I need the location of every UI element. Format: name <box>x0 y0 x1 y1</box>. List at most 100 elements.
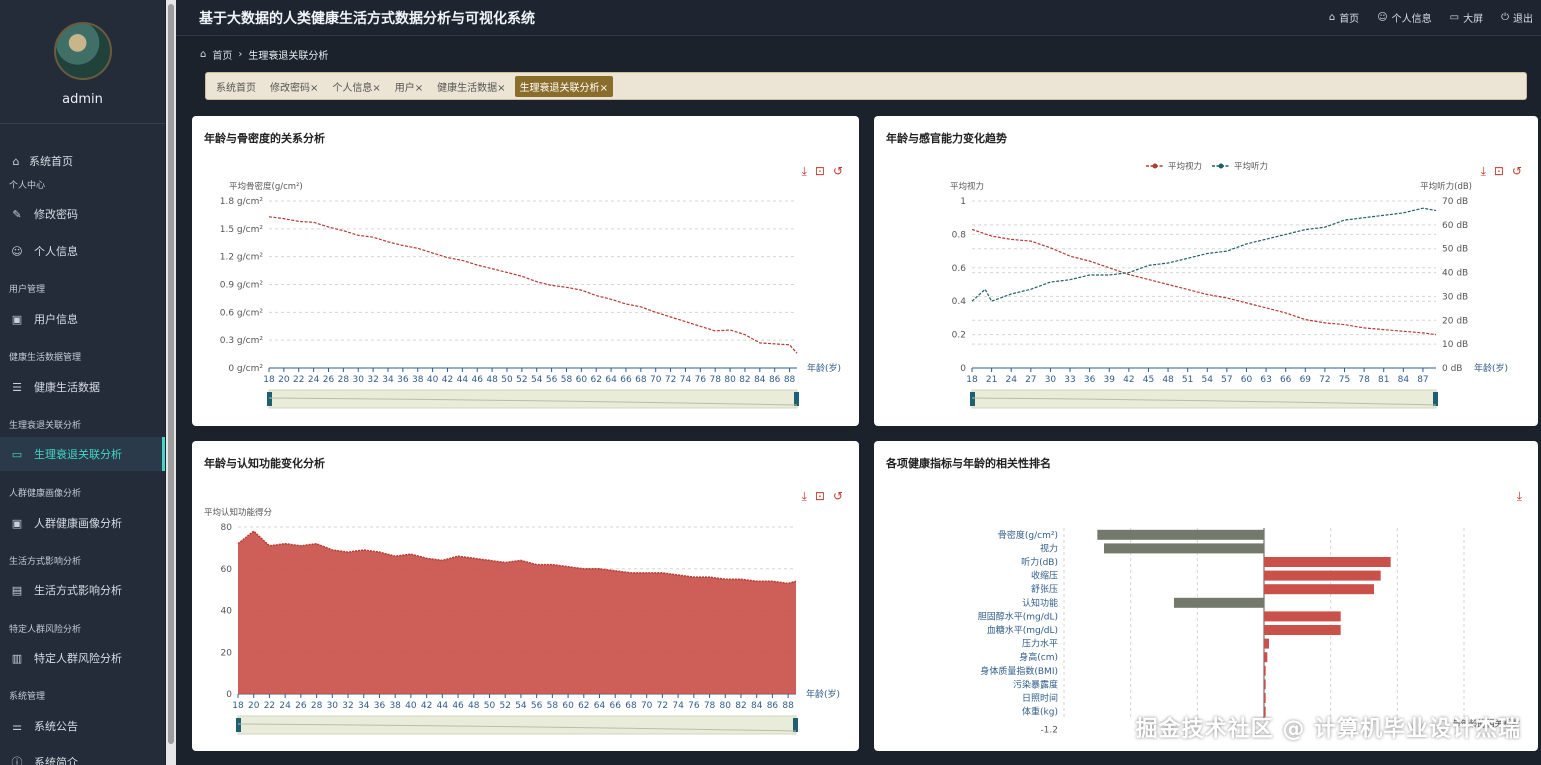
database-icon: ▤ <box>11 583 23 597</box>
sidebar-item[interactable]: ⚌ 系统公告 <box>0 709 165 743</box>
home-icon: ⌂ <box>1328 12 1336 23</box>
tab-tag[interactable]: 健康生活数据× <box>432 76 510 97</box>
tab-tag[interactable]: 个人信息× <box>327 76 385 97</box>
sidebar-item[interactable]: ▭ 生理衰退关联分析 <box>0 437 165 471</box>
tab-tag-label: 系统首页 <box>216 82 256 94</box>
y-tick-label: 1 <box>960 197 966 207</box>
sidebar-item[interactable]: ⓘ 系统简介 <box>0 745 165 765</box>
y-tick-label: 0.2 <box>952 331 966 341</box>
close-icon[interactable]: × <box>415 83 423 94</box>
watermark: 掘金技术社区 @ 计算机毕业设计杰瑞 <box>1135 717 1521 742</box>
correlation-chart: 骨密度(g/cm²)视力听力(dB) 收缩压舒张压认知功能胆固醇水平(mg/dL)… <box>978 528 1520 735</box>
sidebar-item[interactable]: ▤ 生活方式影响分析 <box>0 573 165 607</box>
x-tick-label: 84 <box>751 701 763 711</box>
y-tick-label: 0 <box>226 690 232 700</box>
x-axis-title: 年龄(岁) <box>807 362 841 374</box>
x-tick-label: 80 <box>724 375 736 385</box>
bar <box>1264 570 1381 581</box>
tab-tags-bar: 系统首页 修改密码× 个人信息× 用户× 健康生活数据× 生理衰退关联分析× <box>205 72 1527 100</box>
sidebar-item[interactable]: ✎ 修改密码 <box>0 197 165 231</box>
x-tick-label: 56 <box>546 375 558 385</box>
close-icon[interactable]: × <box>372 83 380 94</box>
bar <box>1264 611 1341 622</box>
legend-label: 平均视力 <box>1168 161 1202 172</box>
category-label: 收缩压 <box>1031 570 1058 582</box>
sidebar-item[interactable]: ▥ 特定人群风险分析 <box>0 641 165 675</box>
sidebar-item[interactable]: ⌂ 系统首页 <box>0 144 165 178</box>
x-tick-label: 30 <box>1045 375 1057 385</box>
x-tick-label: 72 <box>657 701 668 711</box>
x-tick-label: 36 <box>374 701 386 711</box>
x-tick-label: 21 <box>986 375 997 385</box>
x-tick-label: 66 <box>620 375 632 385</box>
tab-tag[interactable]: 修改密码× <box>265 76 323 97</box>
sidebar-scrollbar[interactable] <box>166 0 176 765</box>
profile: admin <box>0 0 165 124</box>
x-tick-label: 44 <box>437 701 449 711</box>
x-tick-label: 60 <box>1241 375 1253 385</box>
x-tick-label: 78 <box>709 375 721 385</box>
sliders-icon: ⚌ <box>12 719 22 733</box>
chart-icon: ▥ <box>11 651 23 665</box>
sidebar-item[interactable]: ☺ 个人信息 <box>0 234 165 268</box>
x-tick-label: 82 <box>735 701 746 711</box>
x-tick-label: 66 <box>1280 375 1292 385</box>
header-bigscreen-link[interactable]: ▭ 大屏 <box>1450 10 1483 25</box>
series-line <box>971 207 1437 302</box>
close-icon[interactable]: × <box>600 83 608 94</box>
chevron-right-icon: › <box>238 49 243 60</box>
tab-tag-label: 健康生活数据 <box>437 82 498 94</box>
menu-group-label: 生活方式影响分析 <box>9 557 82 567</box>
close-icon[interactable]: × <box>310 83 318 94</box>
tab-tag[interactable]: 系统首页 <box>211 76 261 97</box>
bar <box>1264 584 1374 595</box>
x-tick-label: 68 <box>635 375 647 385</box>
y-right-tick-label: 20 dB <box>1442 316 1468 326</box>
header-home-link[interactable]: ⌂ 首页 <box>1329 10 1359 25</box>
x-tick-label: 72 <box>665 375 676 385</box>
datazoom-handle-right <box>793 718 798 732</box>
sidebar-item[interactable]: ▣ 用户信息 <box>0 302 165 336</box>
sidebar-item[interactable]: ☰ 健康生活数据 <box>0 370 165 404</box>
legend-marker <box>1152 163 1158 169</box>
edit-icon: ✎ <box>12 207 22 221</box>
x-tick-label: 48 <box>468 701 480 711</box>
x-tick-label: 86 <box>767 701 779 711</box>
y-right-axis-title: 平均听力(dB) <box>1420 181 1472 192</box>
bar <box>1264 652 1268 663</box>
x-tick-label: 22 <box>264 701 275 711</box>
menu-group-label: 健康生活数据管理 <box>9 353 82 363</box>
y-axis-title: 平均认知功能得分 <box>204 507 273 518</box>
scrollbar-thumb[interactable] <box>168 4 174 744</box>
header-logout-link[interactable]: ⏻ 退出 <box>1501 10 1533 25</box>
x-tick-label: 40 <box>427 375 439 385</box>
category-label: 骨密度(g/cm²) <box>998 529 1058 541</box>
y-tick-label: 1.5 g/cm² <box>220 225 264 235</box>
x-tick-label: 48 <box>486 375 498 385</box>
category-label: 身体质量指数(BMI) <box>980 665 1058 677</box>
x-tick-label: 68 <box>625 701 637 711</box>
sidebar-item-label: 修改密码 <box>34 208 78 221</box>
header-profile-link[interactable]: ☺ 个人信息 <box>1377 10 1431 25</box>
x-tick-label: 86 <box>769 375 781 385</box>
tab-tag[interactable]: 生理衰退关联分析× <box>514 75 613 97</box>
x-tick-label: 78 <box>704 701 716 711</box>
x-tick-label: 54 <box>531 375 543 385</box>
sidebar-item[interactable]: ▣ 人群健康画像分析 <box>0 506 165 540</box>
sidebar-item-label: 系统首页 <box>29 155 73 168</box>
y-tick-label: 0 <box>960 364 966 374</box>
avatar[interactable] <box>53 22 112 80</box>
sidebar-item-label: 人群健康画像分析 <box>34 517 122 530</box>
breadcrumb-home[interactable]: 首页 <box>212 47 232 62</box>
tab-tag-label: 修改密码 <box>270 82 310 94</box>
y-right-tick-label: 30 dB <box>1442 292 1468 302</box>
x-tick-label: 78 <box>1358 375 1370 385</box>
x-tick-label: 26 <box>323 375 335 385</box>
bar <box>1174 597 1264 608</box>
legend-label: 平均听力 <box>1234 161 1268 172</box>
x-tick-label: 80 <box>720 701 732 711</box>
close-icon[interactable]: × <box>497 83 505 94</box>
y-tick-label: 40 <box>221 607 233 617</box>
tab-tag[interactable]: 用户× <box>390 76 428 97</box>
category-label: 体重(kg) <box>1022 706 1058 718</box>
